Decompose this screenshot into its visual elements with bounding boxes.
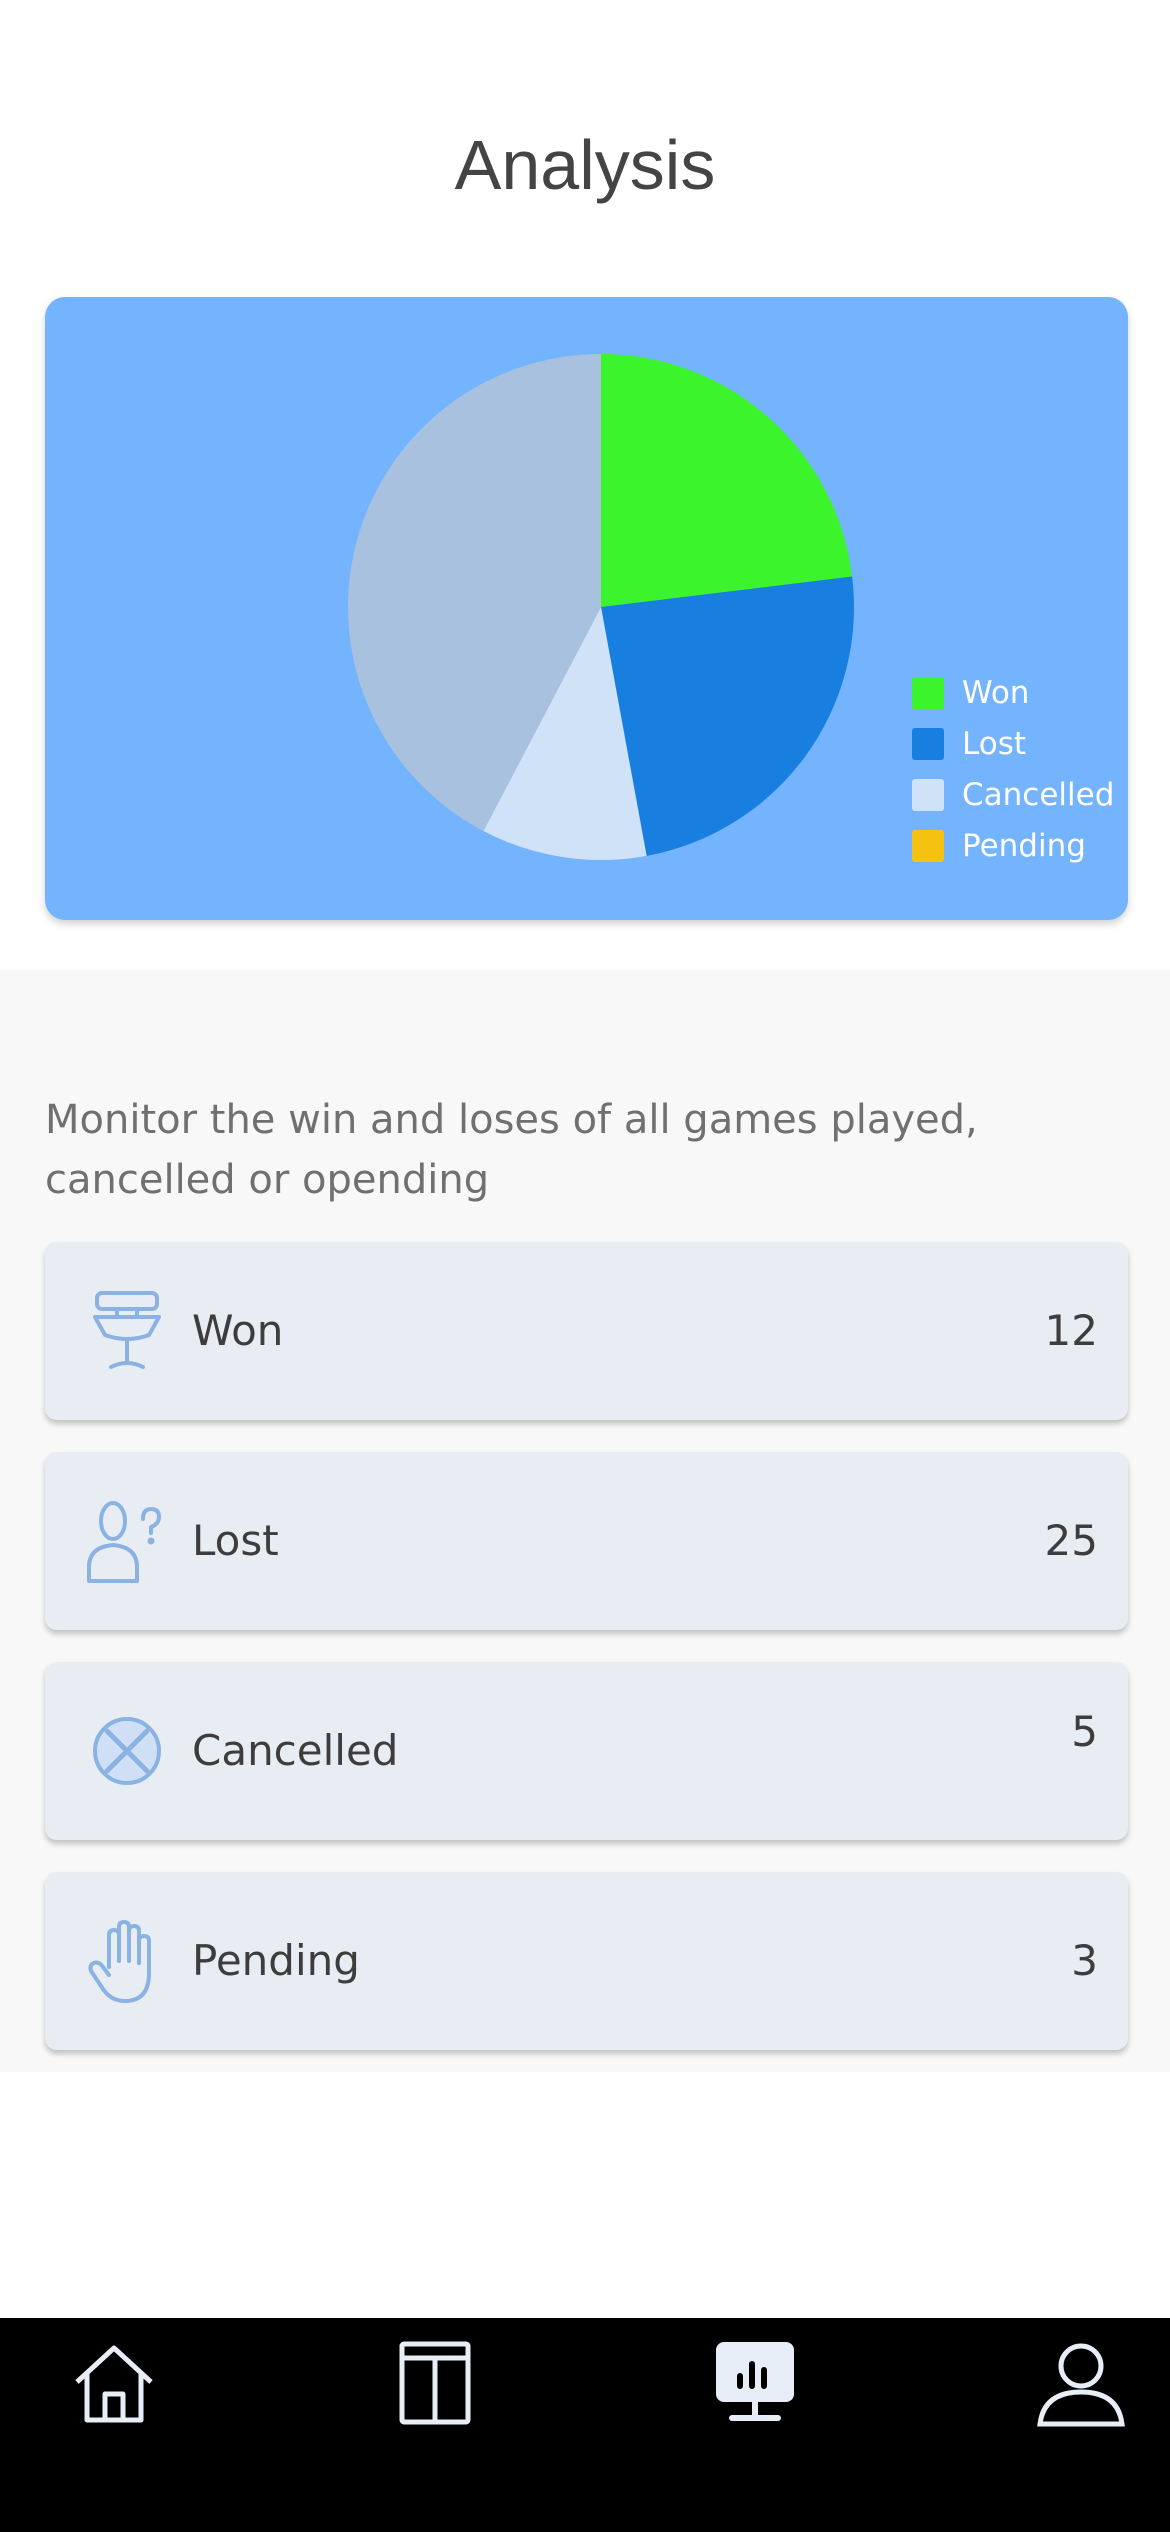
stat-label-won: Won xyxy=(192,1306,284,1355)
legend-label-cancelled: Cancelled xyxy=(962,776,1115,813)
layout-icon[interactable] xyxy=(390,2338,480,2428)
chart-legend: Won Lost Cancelled Pending xyxy=(912,667,1114,871)
cancel-circle-icon xyxy=(93,1717,161,1785)
analytics-icon[interactable] xyxy=(710,2338,800,2428)
profile-icon[interactable] xyxy=(1036,2338,1126,2428)
legend-swatch-won xyxy=(912,676,944,709)
stat-count-won: 12 xyxy=(1044,1306,1098,1355)
legend-swatch-lost xyxy=(912,727,944,760)
pie-chart-card: Won Lost Cancelled Pending xyxy=(45,297,1128,920)
stats-section: Monitor the win and loses of all games p… xyxy=(0,970,1170,2072)
stat-row-lost[interactable]: Lost 25 xyxy=(45,1452,1128,1630)
home-icon[interactable] xyxy=(69,2338,159,2428)
stat-label-cancelled: Cancelled xyxy=(192,1726,399,1775)
hand-icon xyxy=(88,1920,151,2003)
legend-item-lost: Lost xyxy=(912,718,1114,769)
pie-slice-lost xyxy=(601,576,854,856)
stat-row-cancelled[interactable]: Cancelled 5 xyxy=(45,1662,1128,1840)
legend-label-won: Won xyxy=(962,674,1030,711)
stat-row-won[interactable]: Won 12 xyxy=(45,1242,1128,1420)
stat-label-pending: Pending xyxy=(192,1936,360,1985)
stat-count-cancelled: 5 xyxy=(1071,1707,1098,1756)
bottom-nav xyxy=(0,2318,1170,2532)
page-title: Analysis xyxy=(454,126,716,204)
stat-count-lost: 25 xyxy=(1044,1516,1098,1565)
pie-slice-won xyxy=(601,354,853,607)
legend-label-lost: Lost xyxy=(962,725,1026,762)
legend-swatch-pending xyxy=(912,829,944,862)
stat-label-lost: Lost xyxy=(192,1516,279,1565)
legend-item-pending: Pending xyxy=(912,820,1114,871)
description-text: Monitor the win and loses of all games p… xyxy=(45,1097,978,1203)
legend-item-won: Won xyxy=(912,667,1114,718)
person-question-icon xyxy=(87,1501,161,1583)
legend-item-cancelled: Cancelled xyxy=(912,769,1114,820)
legend-label-pending: Pending xyxy=(962,827,1086,864)
stat-count-pending: 3 xyxy=(1071,1936,1098,1985)
stat-row-pending[interactable]: Pending 3 xyxy=(45,1872,1128,2050)
legend-swatch-cancelled xyxy=(912,778,944,811)
trophy-icon xyxy=(93,1291,161,1369)
